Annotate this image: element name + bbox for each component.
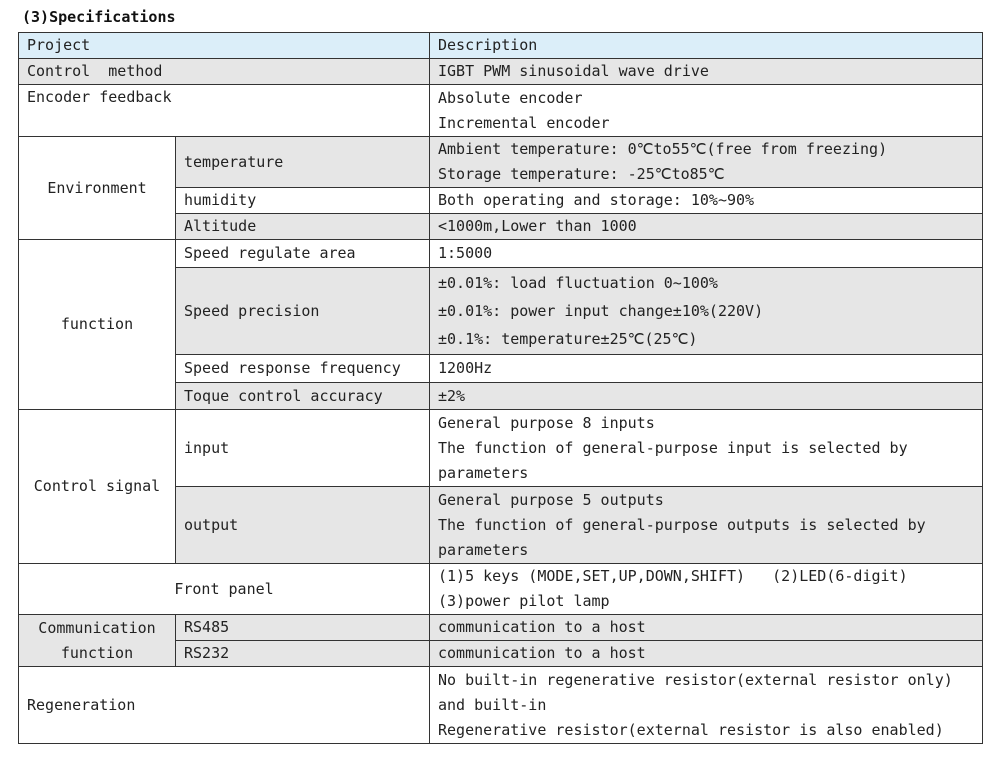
- speed-precision-line: ±0.01%: power input change±10%(220V): [438, 302, 764, 320]
- environment-label: Environment: [18, 136, 176, 240]
- rs485-value: communication to a host: [429, 614, 983, 641]
- communication-label-line: Communication: [38, 618, 156, 637]
- output-label: output: [175, 486, 430, 564]
- encoder-line: Absolute encoder: [438, 88, 583, 107]
- temperature-label: temperature: [175, 136, 430, 188]
- control-method-value: IGBT PWM sinusoidal wave drive: [429, 58, 983, 85]
- front-panel-value: (1)5 keys (MODE,SET,UP,DOWN,SHIFT) (2)LE…: [429, 563, 983, 615]
- encoder-feedback-value: Absolute encoder Incremental encoder: [429, 84, 983, 137]
- speed-precision-line: ±0.1%: temperature±25℃(25℃): [438, 330, 698, 348]
- front-panel-line: (1)5 keys (MODE,SET,UP,DOWN,SHIFT) (2)LE…: [438, 567, 908, 585]
- table-row: Regeneration No built-in regenerative re…: [18, 666, 983, 744]
- regeneration-value: No built-in regenerative resistor(extern…: [429, 666, 983, 744]
- temperature-value: Ambient temperature: 0℃to55℃(free from f…: [429, 136, 983, 188]
- header-project: Project: [18, 32, 430, 59]
- speed-precision-value: ±0.01%: load fluctuation 0~100% ±0.01%: …: [429, 267, 983, 355]
- input-line: The function of general-purpose input is…: [438, 438, 908, 457]
- rs485-label: RS485: [175, 614, 430, 641]
- table-row: Environment temperature Ambient temperat…: [18, 136, 983, 240]
- speed-response-label: Speed response frequency: [175, 354, 430, 383]
- encoder-feedback-label: Encoder feedback: [18, 84, 430, 137]
- regeneration-line: Regenerative resistor(external resistor …: [438, 720, 944, 739]
- toque-control-label: Toque control accuracy: [175, 382, 430, 410]
- table-row: Front panel (1)5 keys (MODE,SET,UP,DOWN,…: [18, 563, 983, 615]
- table-row: function Speed regulate area 1:5000: [18, 239, 983, 410]
- table-row: Control method IGBT PWM sinusoidal wave …: [18, 58, 983, 85]
- temperature-line: Storage temperature: -25℃to85℃: [438, 165, 725, 183]
- front-panel-label: Front panel: [18, 563, 430, 615]
- temperature-line: Ambient temperature: 0℃to55℃(free from f…: [438, 140, 888, 158]
- communication-label-line: function: [60, 643, 134, 662]
- regeneration-label: Regeneration: [18, 666, 430, 744]
- toque-control-value: ±2%: [429, 382, 983, 410]
- encoder-line: Incremental encoder: [438, 113, 610, 132]
- header-description: Description: [429, 32, 983, 59]
- speed-regulate-area-value: 1:5000: [429, 239, 983, 268]
- control-method-label: Control method: [18, 58, 430, 85]
- rs232-label: RS232: [175, 640, 430, 667]
- output-line: parameters: [438, 540, 529, 559]
- control-signal-label: Control signal: [18, 409, 176, 564]
- table-header-row: Project Description: [18, 32, 983, 59]
- humidity-value: Both operating and storage: 10%~90%: [429, 187, 983, 214]
- altitude-value: <1000m,Lower than 1000: [429, 213, 983, 240]
- specifications-table: Project Description Control method IGBT …: [18, 32, 983, 744]
- altitude-label: Altitude: [175, 213, 430, 240]
- front-panel-line: (3)power pilot lamp: [438, 592, 610, 610]
- input-label: input: [175, 409, 430, 487]
- speed-regulate-area-label: Speed regulate area: [175, 239, 430, 268]
- rs232-value: communication to a host: [429, 640, 983, 667]
- input-value: General purpose 8 inputs The function of…: [429, 409, 983, 487]
- regeneration-line: and built-in: [438, 695, 547, 714]
- table-row: Communication function RS485 communicati…: [18, 614, 983, 667]
- input-line: parameters: [438, 463, 529, 482]
- output-value: General purpose 5 outputs The function o…: [429, 486, 983, 564]
- table-row: Encoder feedback Absolute encoder Increm…: [18, 84, 983, 137]
- output-line: The function of general-purpose outputs …: [438, 515, 926, 534]
- function-label: function: [18, 239, 176, 410]
- output-line: General purpose 5 outputs: [438, 490, 664, 509]
- communication-label: Communication function: [18, 614, 176, 667]
- speed-response-value: 1200Hz: [429, 354, 983, 383]
- input-line: General purpose 8 inputs: [438, 413, 655, 432]
- speed-precision-line: ±0.01%: load fluctuation 0~100%: [438, 274, 718, 292]
- table-row: Control signal input General purpose 8 i…: [18, 409, 983, 564]
- humidity-label: humidity: [175, 187, 430, 214]
- regeneration-line: No built-in regenerative resistor(extern…: [438, 670, 953, 689]
- section-heading: (3)Specifications: [22, 8, 176, 26]
- speed-precision-label: Speed precision: [175, 267, 430, 355]
